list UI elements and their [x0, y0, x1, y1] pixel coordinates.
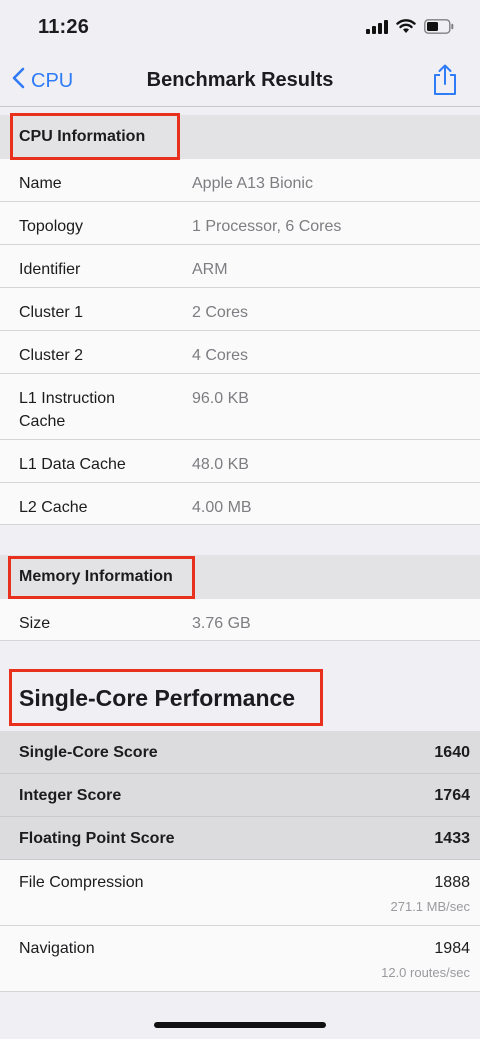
wifi-icon [396, 19, 416, 39]
benchmark-rate: 12.0 routes/sec [381, 965, 470, 980]
info-label: Cluster 1 [19, 304, 84, 321]
status-bar: 11:26 [0, 0, 480, 56]
info-value: 2 Cores [192, 304, 249, 321]
single-core-performance-title: Single-Core Performance [19, 685, 296, 711]
info-label-line-2: Cache [19, 413, 66, 430]
score-value: 1433 [434, 830, 470, 847]
info-label: Size [19, 615, 51, 632]
info-value: 96.0 KB [192, 390, 249, 407]
info-row-l1-data-cache: L1 Data Cache 48.0 KB [0, 440, 480, 483]
info-label: L1 Instruction Cache [19, 387, 115, 433]
info-label: Name [19, 175, 62, 192]
home-indicator[interactable] [154, 1022, 326, 1028]
info-row-cluster-2: Cluster 2 4 Cores [0, 331, 480, 374]
cpu-information-title: CPU Information [19, 128, 146, 145]
memory-information-header: Memory Information [0, 555, 480, 599]
benchmark-label: File Compression [19, 874, 144, 891]
score-row-single-core: Single-Core Score 1640 [0, 731, 480, 774]
info-row-cluster-1: Cluster 1 2 Cores [0, 288, 480, 331]
benchmark-row-file-compression: File Compression 1888 271.1 MB/sec [0, 860, 480, 926]
info-value: 1 Processor, 6 Cores [192, 218, 342, 235]
score-row-integer: Integer Score 1764 [0, 774, 480, 817]
info-label: L1 Data Cache [19, 456, 126, 473]
info-row-topology: Topology 1 Processor, 6 Cores [0, 202, 480, 245]
status-icons [366, 19, 454, 39]
info-label-line-1: L1 Instruction [19, 390, 116, 407]
info-row-identifier: Identifier ARM [0, 245, 480, 288]
info-label: Cluster 2 [19, 347, 84, 364]
score-label: Single-Core Score [19, 744, 158, 761]
info-row-size: Size 3.76 GB [0, 599, 480, 641]
info-row-l2-cache: L2 Cache 4.00 MB [0, 483, 480, 525]
benchmark-label: Navigation [19, 940, 95, 957]
info-row-name: Name Apple A13 Bionic [0, 159, 480, 202]
signal-icon [366, 19, 388, 39]
score-value: 1640 [434, 744, 470, 761]
status-time: 11:26 [38, 16, 90, 38]
info-label: Identifier [19, 261, 81, 278]
info-value: 3.76 GB [192, 615, 251, 632]
benchmark-rate: 271.1 MB/sec [390, 899, 471, 914]
single-core-performance-header: Single-Core Performance [0, 664, 480, 730]
share-button[interactable] [432, 64, 458, 101]
info-value: 4 Cores [192, 347, 249, 364]
info-value: ARM [192, 261, 228, 278]
navigation-bar: CPU Benchmark Results [0, 56, 480, 107]
benchmark-score: 1984 [434, 940, 470, 957]
battery-icon [424, 19, 454, 39]
page-title: Benchmark Results [146, 69, 334, 91]
benchmark-row-navigation: Navigation 1984 12.0 routes/sec [0, 926, 480, 992]
score-value: 1764 [434, 787, 470, 804]
info-row-l1-instruction-cache: L1 Instruction Cache 96.0 KB [0, 374, 480, 440]
score-label: Integer Score [19, 787, 122, 804]
score-row-floating-point: Floating Point Score 1433 [0, 817, 480, 860]
info-label: Topology [19, 218, 84, 235]
benchmark-score: 1888 [434, 874, 470, 891]
info-value: 48.0 KB [192, 456, 249, 473]
info-value: Apple A13 Bionic [192, 175, 313, 192]
share-icon [432, 64, 458, 100]
cpu-information-header: CPU Information [0, 115, 480, 159]
memory-information-title: Memory Information [19, 568, 173, 585]
score-label: Floating Point Score [19, 830, 175, 847]
info-label: L2 Cache [19, 499, 88, 516]
info-value: 4.00 MB [192, 499, 252, 516]
